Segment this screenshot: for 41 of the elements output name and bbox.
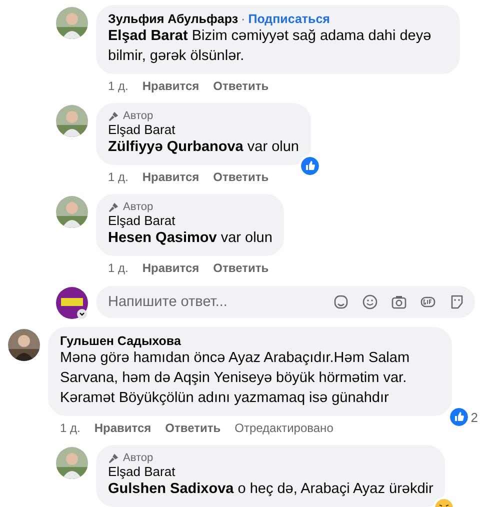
reply-link[interactable]: Ответить xyxy=(165,421,221,435)
timestamp[interactable]: 1 д. xyxy=(108,79,128,93)
like-link[interactable]: Нравится xyxy=(94,421,152,435)
comment-text: Hesen Qasimov var olun xyxy=(108,229,272,248)
author-label: Автор xyxy=(123,452,154,464)
comment-text: Elşad Barat Bizim cəmiyyət sağ adama dahi deyə bilmir, gərək ölsünlər. xyxy=(108,27,432,66)
edited-label: Отредактировано xyxy=(234,421,334,435)
author-name[interactable]: Elşad Barat xyxy=(108,464,176,479)
comment-text: Gulshen Sadixova o heç də, Arabaçi Ayaz ürəkdir xyxy=(108,480,434,499)
like-reaction-icon[interactable] xyxy=(450,408,468,426)
timestamp[interactable]: 1 д. xyxy=(60,421,80,435)
avatar-sticker-icon[interactable] xyxy=(333,294,349,310)
follow-link[interactable]: Подписаться xyxy=(248,12,330,26)
like-link[interactable]: Нравится xyxy=(142,261,200,275)
timestamp[interactable]: 1 д. xyxy=(108,170,128,184)
author-name[interactable]: Зульфия Абульфарз xyxy=(108,12,238,26)
user-avatar-icon[interactable] xyxy=(56,287,88,319)
microphone-icon xyxy=(108,110,119,122)
reply-input-field[interactable]: Напишите ответ... xyxy=(96,286,475,318)
microphone-icon xyxy=(108,452,119,464)
comment-text: Zülfiyyə Qurbanova var olun xyxy=(108,138,299,157)
like-link[interactable]: Нравится xyxy=(142,170,200,184)
timestamp[interactable]: 1 д. xyxy=(108,261,128,275)
emoji-icon[interactable] xyxy=(362,294,378,310)
camera-icon[interactable] xyxy=(391,294,407,310)
reply-link[interactable]: Ответить xyxy=(213,170,269,184)
author-label: Автор xyxy=(123,201,154,213)
like-reaction-icon[interactable] xyxy=(301,157,319,175)
author-name[interactable]: Elşad Barat xyxy=(108,122,176,137)
reaction-count: 2 xyxy=(470,410,478,424)
author-name[interactable]: Elşad Barat xyxy=(108,213,176,228)
separator-dot: · xyxy=(241,12,246,26)
author-label: Автор xyxy=(123,110,154,122)
sticker-icon[interactable] xyxy=(449,294,465,310)
like-link[interactable]: Нравится xyxy=(142,79,200,93)
microphone-icon xyxy=(108,202,119,212)
comment-text: Mənə görə hamıdan öncə Ayaz Arabaçıdır.Həm Salam Sarvana, həm də Aqşin Yeniseyə böyük hörmətim var. Kəramət Böyükçölün adını yazmamaq isə günahdır xyxy=(60,349,411,408)
gif-icon[interactable] xyxy=(420,294,436,310)
author-name[interactable]: Гульшен Садыхова xyxy=(60,334,181,348)
reply-link[interactable]: Ответить xyxy=(213,261,269,275)
reply-link[interactable]: Ответить xyxy=(213,79,269,93)
